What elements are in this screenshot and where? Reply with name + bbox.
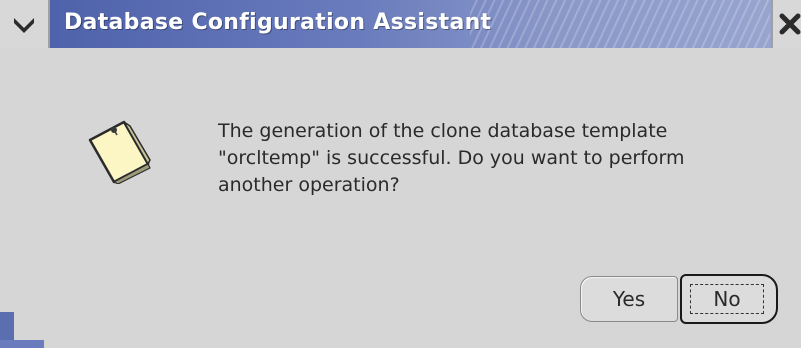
title-bar-stripes (470, 0, 770, 48)
message-line: The generation of the clone database tem… (218, 120, 668, 142)
dialog-window: Database Configuration Assistant The gen… (0, 0, 801, 348)
close-button[interactable] (771, 0, 801, 48)
title-bar[interactable]: Database Configuration Assistant (0, 0, 801, 48)
window-right-edge (795, 48, 801, 348)
message-line: "orcltemp" is successful. Do you want to… (218, 147, 685, 169)
window-bottom-accent (0, 340, 44, 348)
focus-ring: No (690, 284, 764, 314)
no-button[interactable]: No (680, 274, 778, 324)
window-title: Database Configuration Assistant (64, 10, 492, 35)
close-icon (779, 13, 801, 35)
window-left-edge (0, 48, 12, 348)
dialog-message: The generation of the clone database tem… (218, 118, 793, 199)
yes-button[interactable]: Yes (580, 276, 678, 322)
window-menu-button[interactable] (0, 0, 50, 48)
chevron-down-icon (14, 18, 34, 33)
no-button-label: No (713, 287, 741, 311)
message-line: another operation? (218, 174, 400, 196)
note-icon (88, 120, 151, 184)
